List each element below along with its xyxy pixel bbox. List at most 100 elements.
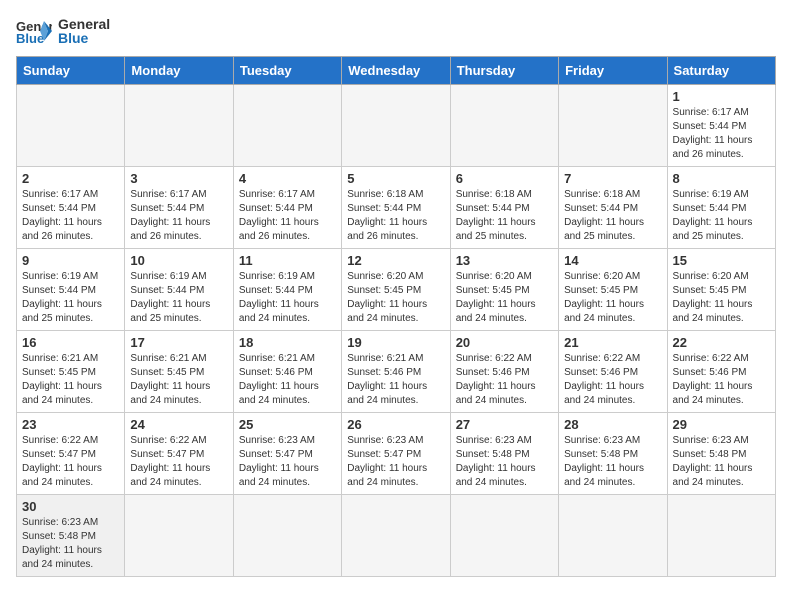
day-info: Sunrise: 6:19 AM Sunset: 5:44 PM Dayligh… [239,270,336,326]
calendar-day-cell: 20Sunrise: 6:22 AM Sunset: 5:46 PM Dayli… [450,331,558,413]
day-info: Sunrise: 6:17 AM Sunset: 5:44 PM Dayligh… [22,188,119,244]
calendar-week-row: 16 Sunrise: 6:21 AM Sunset: 5:45 PM Dayli… [17,331,776,413]
day-number: 1 [673,89,770,104]
day-number: 22 [673,335,770,350]
day-number: 25 [239,417,336,432]
weekday-header-thursday: Thursday [450,57,558,85]
calendar-week-row: 2 Sunrise: 6:17 AM Sunset: 5:44 PM Daylig… [17,167,776,249]
calendar-day-cell: 23 Sunrise: 6:22 AM Sunset: 5:47 PM Dayli… [17,413,125,495]
weekday-header-row: SundayMondayTuesdayWednesdayThursdayFrid… [17,57,776,85]
day-info: Sunrise: 6:22 AM Sunset: 5:46 PM Dayligh… [673,352,770,408]
day-info: Sunrise: 6:20 AM Sunset: 5:45 PM Dayligh… [456,270,553,326]
calendar-day-cell [17,85,125,167]
weekday-header-wednesday: Wednesday [342,57,450,85]
day-number: 3 [130,171,227,186]
day-number: 19 [347,335,444,350]
day-info: Sunrise: 6:17 AM Sunset: 5:44 PM Dayligh… [239,188,336,244]
day-number: 23 [22,417,119,432]
day-number: 14 [564,253,661,268]
day-info: Sunrise: 6:18 AM Sunset: 5:44 PM Dayligh… [347,188,444,244]
calendar-day-cell: 3 Sunrise: 6:17 AM Sunset: 5:44 PM Daylig… [125,167,233,249]
logo-blue-text: Blue [58,30,110,46]
calendar-week-row: 1 Sunrise: 6:17 AM Sunset: 5:44 PM Daylig… [17,85,776,167]
day-number: 10 [130,253,227,268]
day-number: 12 [347,253,444,268]
logo-icon: General Blue [16,17,52,45]
day-number: 28 [564,417,661,432]
calendar-day-cell: 17Sunrise: 6:21 AM Sunset: 5:45 PM Dayli… [125,331,233,413]
day-number: 11 [239,253,336,268]
day-number: 26 [347,417,444,432]
calendar-day-cell: 18 Sunrise: 6:21 AM Sunset: 5:46 PM Dayli… [233,331,341,413]
day-number: 27 [456,417,553,432]
calendar-day-cell: 7 Sunrise: 6:18 AM Sunset: 5:44 PM Daylig… [559,167,667,249]
day-info: Sunrise: 6:18 AM Sunset: 5:44 PM Dayligh… [456,188,553,244]
day-number: 5 [347,171,444,186]
day-number: 16 [22,335,119,350]
calendar-day-cell: 28 Sunrise: 6:23 AM Sunset: 5:48 PM Dayli… [559,413,667,495]
calendar-day-cell: 9Sunrise: 6:19 AM Sunset: 5:44 PM Daylig… [17,249,125,331]
day-info: Sunrise: 6:20 AM Sunset: 5:45 PM Dayligh… [347,270,444,326]
day-number: 18 [239,335,336,350]
day-info: Sunrise: 6:20 AM Sunset: 5:45 PM Dayligh… [564,270,661,326]
day-info: Sunrise: 6:23 AM Sunset: 5:48 PM Dayligh… [673,434,770,490]
day-info: Sunrise: 6:21 AM Sunset: 5:46 PM Dayligh… [239,352,336,408]
calendar-day-cell [342,85,450,167]
calendar-day-cell: 13 Sunrise: 6:20 AM Sunset: 5:45 PM Dayli… [450,249,558,331]
weekday-header-monday: Monday [125,57,233,85]
day-info: Sunrise: 6:17 AM Sunset: 5:44 PM Dayligh… [130,188,227,244]
calendar-day-cell: 14 Sunrise: 6:20 AM Sunset: 5:45 PM Dayli… [559,249,667,331]
calendar-day-cell: 4Sunrise: 6:17 AM Sunset: 5:44 PM Daylig… [233,167,341,249]
day-info: Sunrise: 6:22 AM Sunset: 5:47 PM Dayligh… [22,434,119,490]
calendar-day-cell [559,495,667,577]
calendar-day-cell: 26 Sunrise: 6:23 AM Sunset: 5:47 PM Dayli… [342,413,450,495]
day-number: 30 [22,499,119,514]
day-number: 7 [564,171,661,186]
day-number: 21 [564,335,661,350]
day-info: Sunrise: 6:18 AM Sunset: 5:44 PM Dayligh… [564,188,661,244]
day-info: Sunrise: 6:19 AM Sunset: 5:44 PM Dayligh… [673,188,770,244]
day-number: 15 [673,253,770,268]
calendar-week-row: 30Sunrise: 6:23 AM Sunset: 5:48 PM Dayli… [17,495,776,577]
day-info: Sunrise: 6:20 AM Sunset: 5:45 PM Dayligh… [673,270,770,326]
day-info: Sunrise: 6:23 AM Sunset: 5:47 PM Dayligh… [347,434,444,490]
day-number: 20 [456,335,553,350]
calendar-day-cell [125,495,233,577]
calendar-day-cell [233,495,341,577]
day-info: Sunrise: 6:17 AM Sunset: 5:44 PM Dayligh… [673,106,770,162]
day-info: Sunrise: 6:21 AM Sunset: 5:46 PM Dayligh… [347,352,444,408]
day-number: 24 [130,417,227,432]
calendar-table: SundayMondayTuesdayWednesdayThursdayFrid… [16,56,776,577]
calendar-day-cell: 2 Sunrise: 6:17 AM Sunset: 5:44 PM Daylig… [17,167,125,249]
weekday-header-tuesday: Tuesday [233,57,341,85]
day-number: 6 [456,171,553,186]
calendar-day-cell: 25Sunrise: 6:23 AM Sunset: 5:47 PM Dayli… [233,413,341,495]
calendar-day-cell [450,85,558,167]
day-info: Sunrise: 6:21 AM Sunset: 5:45 PM Dayligh… [130,352,227,408]
calendar-day-cell [450,495,558,577]
day-number: 13 [456,253,553,268]
calendar-day-cell: 30Sunrise: 6:23 AM Sunset: 5:48 PM Dayli… [17,495,125,577]
calendar-day-cell [667,495,775,577]
calendar-day-cell: 29 Sunrise: 6:23 AM Sunset: 5:48 PM Dayli… [667,413,775,495]
day-number: 8 [673,171,770,186]
calendar-day-cell [559,85,667,167]
day-number: 29 [673,417,770,432]
weekday-header-sunday: Sunday [17,57,125,85]
calendar-day-cell [342,495,450,577]
svg-text:Blue: Blue [16,31,44,45]
calendar-day-cell: 15 Sunrise: 6:20 AM Sunset: 5:45 PM Dayli… [667,249,775,331]
day-info: Sunrise: 6:23 AM Sunset: 5:48 PM Dayligh… [564,434,661,490]
day-info: Sunrise: 6:23 AM Sunset: 5:48 PM Dayligh… [456,434,553,490]
calendar-day-cell: 27 Sunrise: 6:23 AM Sunset: 5:48 PM Dayli… [450,413,558,495]
calendar-day-cell: 8 Sunrise: 6:19 AM Sunset: 5:44 PM Daylig… [667,167,775,249]
day-number: 2 [22,171,119,186]
calendar-day-cell: 5 Sunrise: 6:18 AM Sunset: 5:44 PM Daylig… [342,167,450,249]
calendar-day-cell: 10Sunrise: 6:19 AM Sunset: 5:44 PM Dayli… [125,249,233,331]
calendar-day-cell: 19 Sunrise: 6:21 AM Sunset: 5:46 PM Dayli… [342,331,450,413]
weekday-header-friday: Friday [559,57,667,85]
calendar-day-cell: 11 Sunrise: 6:19 AM Sunset: 5:44 PM Dayli… [233,249,341,331]
calendar-day-cell: 1 Sunrise: 6:17 AM Sunset: 5:44 PM Daylig… [667,85,775,167]
day-info: Sunrise: 6:22 AM Sunset: 5:47 PM Dayligh… [130,434,227,490]
logo: General Blue General Blue [16,16,110,46]
